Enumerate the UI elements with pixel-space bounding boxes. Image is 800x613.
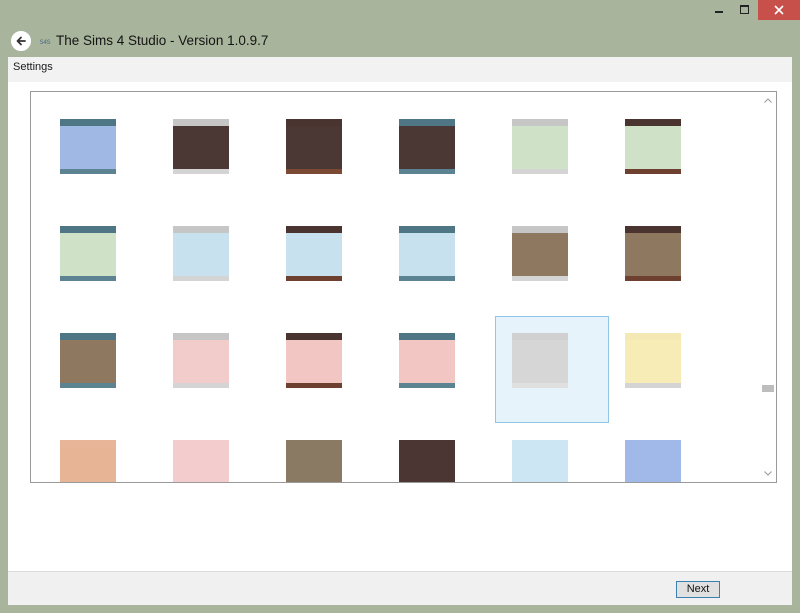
bottom-bar: Next [8,571,792,605]
swatch-thumbnail [512,440,568,482]
swatch-thumbnail [60,333,116,389]
back-arrow-icon[interactable] [11,31,31,51]
swatch-tile[interactable] [269,423,383,482]
swatch-tile[interactable] [608,316,722,423]
swatch-thumbnail [625,333,681,389]
menu-bar: Settings [8,57,792,82]
swatch-tile[interactable] [382,423,496,482]
close-icon[interactable] [758,0,800,20]
menu-item-settings[interactable]: Settings [13,61,53,73]
swatch-tile[interactable] [43,102,157,209]
swatch-tile[interactable] [156,102,270,209]
app-logo-icon: S4S [39,39,51,46]
scroll-down-icon[interactable] [759,465,776,482]
swatch-tile[interactable] [43,316,157,423]
swatch-thumbnail [286,440,342,482]
swatch-tile[interactable] [495,209,609,316]
vertical-scrollbar[interactable] [759,92,776,482]
swatch-tile[interactable] [156,423,270,482]
swatch-thumbnail [60,119,116,175]
swatch-tile[interactable] [495,102,609,209]
swatch-grid[interactable] [30,91,777,483]
swatch-thumbnail [399,119,455,175]
swatch-tile[interactable] [608,209,722,316]
swatch-tile[interactable] [269,316,383,423]
swatch-tile[interactable] [495,423,609,482]
swatch-thumbnail [60,440,116,482]
swatch-thumbnail [399,333,455,389]
swatch-thumbnail [173,333,229,389]
swatch-thumbnail [173,226,229,282]
swatch-thumbnail [512,119,568,175]
swatch-tile[interactable] [382,316,496,423]
swatch-tile[interactable] [495,316,609,423]
scroll-up-icon[interactable] [759,92,776,109]
swatch-thumbnail [512,333,568,389]
window-title: The Sims 4 Studio - Version 1.0.9.7 [56,33,269,48]
minimize-icon[interactable] [704,0,732,20]
next-button[interactable]: Next [676,581,720,598]
scrollbar-thumb[interactable] [762,385,774,392]
swatch-thumbnail [60,226,116,282]
swatch-thumbnail [286,119,342,175]
swatch-thumbnail [173,440,229,482]
swatch-thumbnail [399,440,455,482]
swatch-tile[interactable] [269,209,383,316]
swatch-thumbnail [625,119,681,175]
swatch-tile[interactable] [43,209,157,316]
swatch-tile[interactable] [43,423,157,482]
swatch-thumbnail [399,226,455,282]
swatch-thumbnail [286,226,342,282]
swatch-thumbnail [286,333,342,389]
app-window: S4S The Sims 4 Studio - Version 1.0.9.7 … [0,0,800,613]
swatch-tile[interactable] [269,102,383,209]
swatch-thumbnail [173,119,229,175]
swatch-tile[interactable] [608,423,722,482]
swatch-tile[interactable] [382,209,496,316]
maximize-icon[interactable] [732,0,758,20]
swatch-tile[interactable] [608,102,722,209]
content-area [8,82,792,571]
swatch-thumbnail [512,226,568,282]
swatch-tile[interactable] [382,102,496,209]
swatch-tile[interactable] [156,316,270,423]
swatch-thumbnail [625,440,681,482]
swatch-thumbnail [625,226,681,282]
swatch-tile[interactable] [156,209,270,316]
